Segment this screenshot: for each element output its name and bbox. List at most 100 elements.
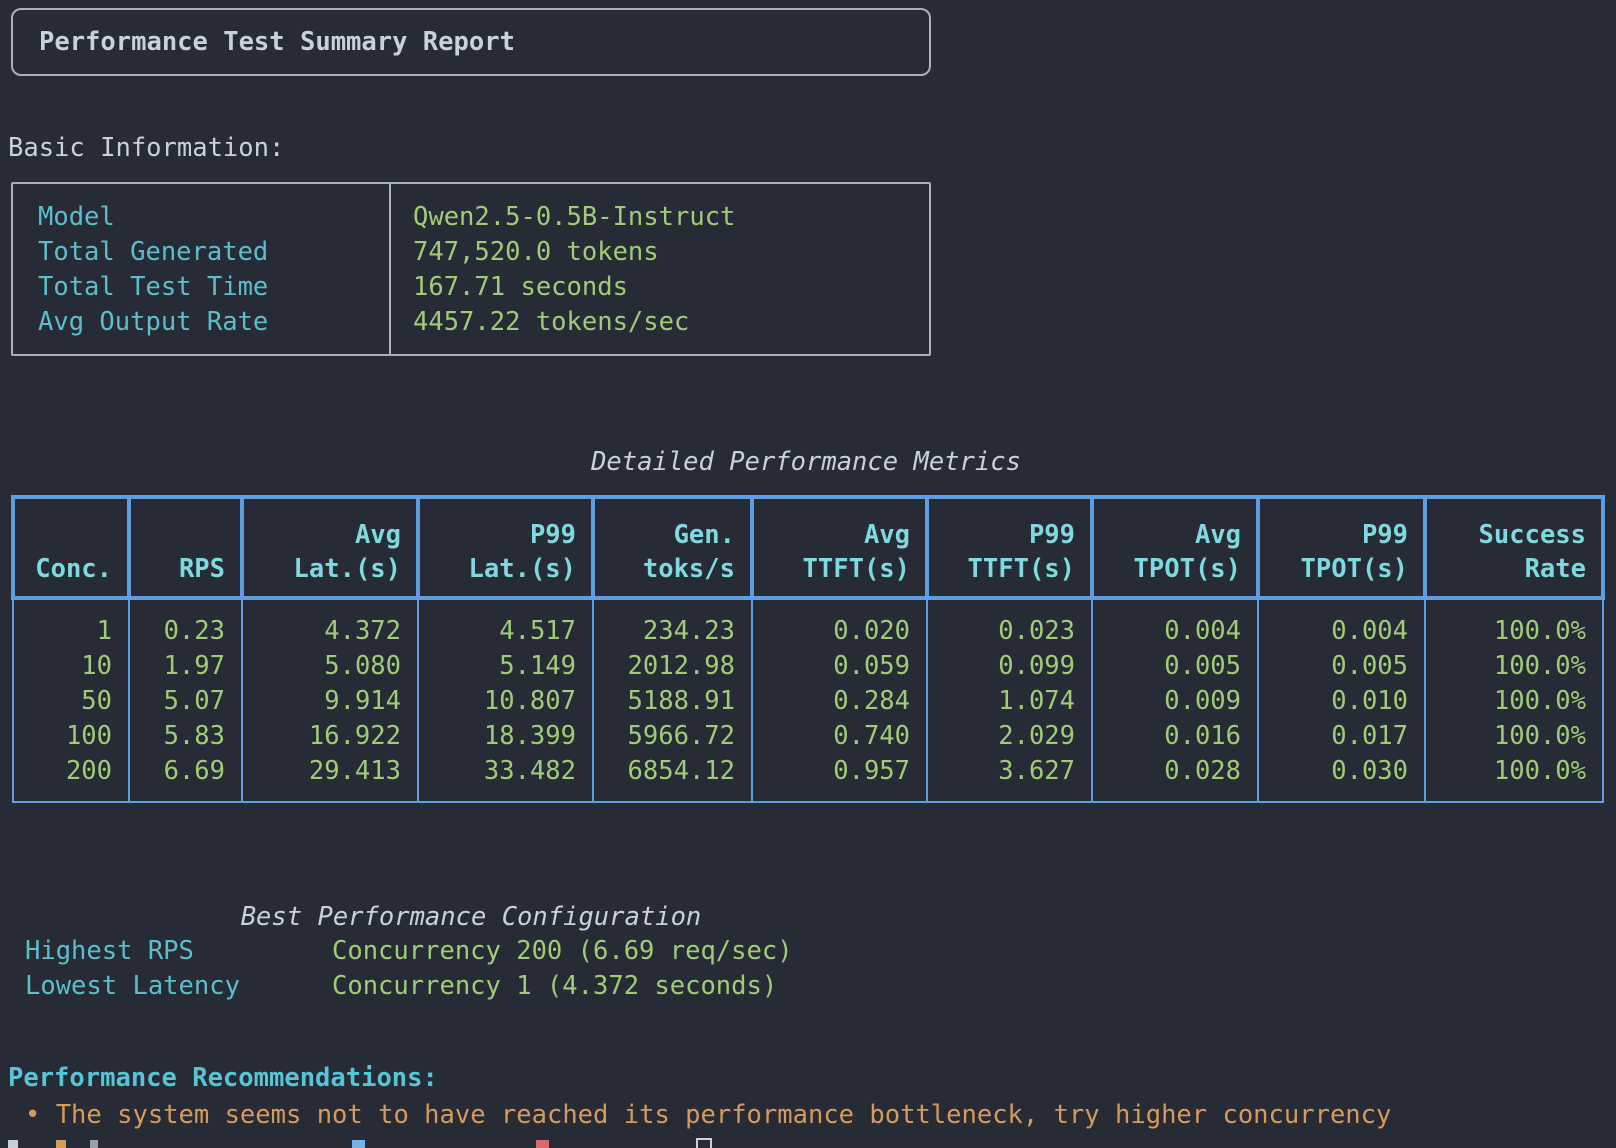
terminal-cursor: [696, 1138, 712, 1148]
metrics-cell: 100.0%: [1425, 719, 1603, 754]
metrics-cell: 0.004: [1258, 598, 1425, 649]
basic-info-label: Total Generated: [38, 235, 389, 270]
metrics-cell: 0.030: [1258, 754, 1425, 802]
basic-info-rows: ModelQwen2.5-0.5B-InstructTotal Generate…: [13, 184, 929, 340]
metrics-cell: 5.149: [418, 649, 593, 684]
metrics-row: 2006.6929.41333.4826854.120.9573.6270.02…: [13, 754, 1603, 802]
clipped-next-line-fragment: [536, 1140, 549, 1148]
basic-info-row: Avg Output Rate4457.22 tokens/sec: [38, 305, 929, 340]
recommendation-item: • The system seems not to have reached i…: [25, 1100, 1595, 1130]
best-config-value: Concurrency 200 (6.69 req/sec): [332, 934, 1211, 969]
metrics-column-header: P99 Lat.(s): [418, 497, 593, 598]
metrics-cell: 1: [13, 598, 129, 649]
metrics-cell: 100.0%: [1425, 684, 1603, 719]
basic-info-row: Total Test Time167.71 seconds: [38, 270, 929, 305]
recommendations-list: • The system seems not to have reached i…: [25, 1100, 1595, 1130]
clipped-next-line-fragment: [56, 1140, 66, 1148]
metrics-cell: 2.029: [927, 719, 1092, 754]
metrics-cell: 0.284: [752, 684, 927, 719]
metrics-cell: 4.517: [418, 598, 593, 649]
metrics-cell: 0.099: [927, 649, 1092, 684]
clipped-next-line-fragment: [8, 1140, 18, 1148]
recommendations-heading: Performance Recommendations:: [8, 1063, 438, 1093]
metrics-cell: 33.482: [418, 754, 593, 802]
metrics-cell: 0.020: [752, 598, 927, 649]
metrics-cell: 5.83: [129, 719, 242, 754]
metrics-cell: 6854.12: [593, 754, 752, 802]
metrics-cell: 0.957: [752, 754, 927, 802]
metrics-cell: 0.004: [1092, 598, 1258, 649]
metrics-column-header: Avg TPOT(s): [1092, 497, 1258, 598]
metrics-header-row: Conc.RPSAvg Lat.(s)P99 Lat.(s)Gen. toks/…: [13, 497, 1603, 598]
metrics-cell: 0.010: [1258, 684, 1425, 719]
basic-info-row: Total Generated747,520.0 tokens: [38, 235, 929, 270]
metrics-cell: 100.0%: [1425, 598, 1603, 649]
metrics-table-title: Detailed Performance Metrics: [11, 447, 1601, 477]
metrics-cell: 0.005: [1092, 649, 1258, 684]
metrics-row: 10.234.3724.517234.230.0200.0230.0040.00…: [13, 598, 1603, 649]
basic-info-row: ModelQwen2.5-0.5B-Instruct: [38, 200, 929, 235]
metrics-cell: 5966.72: [593, 719, 752, 754]
basic-info-label: Total Test Time: [38, 270, 389, 305]
metrics-cell: 5.080: [242, 649, 418, 684]
best-config-title: Best Performance Configuration: [11, 902, 931, 932]
metrics-row: 1005.8316.92218.3995966.720.7402.0290.01…: [13, 719, 1603, 754]
terminal-screen: Performance Test Summary Report Basic In…: [0, 0, 1616, 1148]
metrics-cell: 234.23: [593, 598, 752, 649]
metrics-cell: 0.023: [927, 598, 1092, 649]
basic-info-label: Model: [38, 200, 389, 235]
metrics-cell: 0.23: [129, 598, 242, 649]
metrics-cell: 6.69: [129, 754, 242, 802]
best-config-row: Lowest LatencyConcurrency 1 (4.372 secon…: [11, 969, 1211, 1004]
metrics-cell: 0.017: [1258, 719, 1425, 754]
metrics-cell: 10.807: [418, 684, 593, 719]
basic-info-column-divider: [389, 184, 391, 354]
basic-info-value: 747,520.0 tokens: [389, 235, 929, 270]
basic-info-value: 4457.22 tokens/sec: [389, 305, 929, 340]
metrics-cell: 0.009: [1092, 684, 1258, 719]
best-config-value: Concurrency 1 (4.372 seconds): [332, 969, 1211, 1004]
metrics-column-header: Gen. toks/s: [593, 497, 752, 598]
metrics-cell: 100: [13, 719, 129, 754]
report-title: Performance Test Summary Report: [39, 27, 515, 57]
metrics-row: 101.975.0805.1492012.980.0590.0990.0050.…: [13, 649, 1603, 684]
metrics-cell: 29.413: [242, 754, 418, 802]
metrics-cell: 5188.91: [593, 684, 752, 719]
metrics-cell: 0.740: [752, 719, 927, 754]
best-config-row: Highest RPSConcurrency 200 (6.69 req/sec…: [11, 934, 1211, 969]
metrics-cell: 9.914: [242, 684, 418, 719]
metrics-cell: 100.0%: [1425, 649, 1603, 684]
metrics-table-body: 10.234.3724.517234.230.0200.0230.0040.00…: [13, 598, 1603, 802]
metrics-cell: 16.922: [242, 719, 418, 754]
metrics-cell: 50: [13, 684, 129, 719]
best-config-label: Highest RPS: [25, 934, 332, 969]
metrics-cell: 2012.98: [593, 649, 752, 684]
clipped-next-line-fragment: [90, 1140, 98, 1148]
metrics-cell: 10: [13, 649, 129, 684]
best-config-rows: Highest RPSConcurrency 200 (6.69 req/sec…: [11, 934, 1211, 1004]
metrics-cell: 1.074: [927, 684, 1092, 719]
basic-info-value: Qwen2.5-0.5B-Instruct: [389, 200, 929, 235]
metrics-column-header: P99 TTFT(s): [927, 497, 1092, 598]
basic-info-table: ModelQwen2.5-0.5B-InstructTotal Generate…: [11, 182, 931, 356]
metrics-cell: 4.372: [242, 598, 418, 649]
metrics-cell: 1.97: [129, 649, 242, 684]
metrics-cell: 0.005: [1258, 649, 1425, 684]
metrics-column-header: P99 TPOT(s): [1258, 497, 1425, 598]
best-config-label: Lowest Latency: [25, 969, 332, 1004]
metrics-column-header: Avg TTFT(s): [752, 497, 927, 598]
metrics-row: 505.079.91410.8075188.910.2841.0740.0090…: [13, 684, 1603, 719]
clipped-next-line-fragment: [352, 1140, 365, 1148]
metrics-cell: 0.016: [1092, 719, 1258, 754]
metrics-column-header: Success Rate: [1425, 497, 1603, 598]
basic-info-value: 167.71 seconds: [389, 270, 929, 305]
metrics-cell: 100.0%: [1425, 754, 1603, 802]
report-title-panel: Performance Test Summary Report: [11, 8, 931, 76]
basic-info-heading: Basic Information:: [8, 131, 284, 166]
metrics-cell: 0.028: [1092, 754, 1258, 802]
metrics-column-header: RPS: [129, 497, 242, 598]
metrics-cell: 200: [13, 754, 129, 802]
basic-info-label: Avg Output Rate: [38, 305, 389, 340]
metrics-cell: 0.059: [752, 649, 927, 684]
metrics-cell: 5.07: [129, 684, 242, 719]
